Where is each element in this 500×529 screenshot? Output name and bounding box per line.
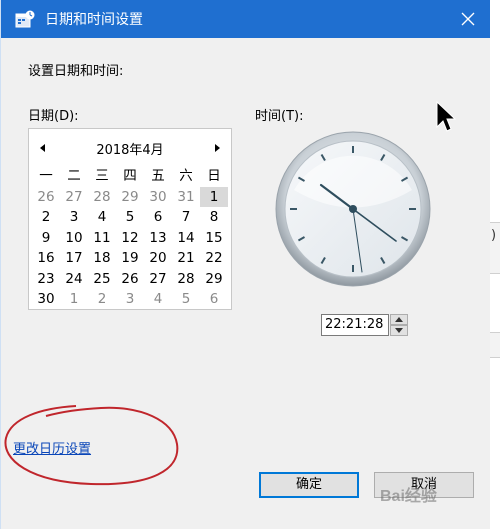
calendar-week-row: 16 17 18 19 20 21 22 [32, 248, 228, 269]
calendar-day[interactable]: 4 [88, 207, 116, 228]
calendar-day[interactable]: 2 [32, 207, 60, 228]
weekday-label: 六 [179, 168, 193, 184]
weekday-label: 日 [207, 168, 221, 184]
calendar-day[interactable]: 14 [172, 228, 200, 249]
calendar-day[interactable]: 16 [32, 248, 60, 269]
calendar-week-row: 26 27 28 29 30 31 1 [32, 186, 228, 208]
time-spinner[interactable] [390, 314, 408, 336]
dialog-heading: 设置日期和时间: [28, 64, 124, 79]
time-down-button[interactable] [390, 325, 408, 336]
time-up-button[interactable] [390, 314, 408, 325]
next-month-icon[interactable] [211, 141, 223, 155]
calendar-day[interactable]: 30 [144, 187, 172, 208]
calendar-day[interactable]: 18 [88, 248, 116, 269]
calendar[interactable]: 2018年4月 一 二 三 四 五 六 日 26 27 28 29 30 31 … [28, 128, 232, 310]
calendar-day[interactable]: 8 [200, 207, 228, 228]
mouse-pointer-icon [436, 101, 456, 132]
calendar-day[interactable]: 28 [88, 187, 116, 208]
calendar-week-row: 23 24 25 26 27 28 29 [32, 269, 228, 290]
calendar-day[interactable]: 24 [60, 269, 88, 290]
calendar-day[interactable]: 26 [116, 269, 144, 290]
weekday-label: 一 [39, 168, 53, 184]
time-label: 时间(T): [255, 109, 304, 124]
calendar-day[interactable]: 22 [200, 248, 228, 269]
calendar-day[interactable]: 5 [116, 207, 144, 228]
calendar-day[interactable]: 11 [88, 228, 116, 249]
calendar-header: 2018年4月 [29, 137, 231, 159]
calendar-day[interactable]: 12 [116, 228, 144, 249]
calendar-day[interactable]: 15 [200, 228, 228, 249]
calendar-day[interactable]: 21 [172, 248, 200, 269]
calendar-day[interactable]: 29 [200, 269, 228, 290]
calendar-day[interactable]: 4 [144, 289, 172, 310]
background-window-text: ) [491, 228, 497, 243]
date-label: 日期(D): [28, 109, 79, 124]
weekday-label: 二 [67, 168, 81, 184]
change-calendar-settings-link[interactable]: 更改日历设置 [13, 438, 91, 457]
calendar-day[interactable]: 2 [88, 289, 116, 310]
weekday-label: 三 [95, 168, 109, 184]
calendar-day[interactable]: 5 [172, 289, 200, 310]
calendar-month-title[interactable]: 2018年4月 [29, 139, 231, 158]
calendar-day[interactable]: 25 [88, 269, 116, 290]
watermark: Bai经验 [380, 488, 437, 505]
close-button[interactable] [445, 0, 491, 38]
calendar-day[interactable]: 26 [32, 187, 60, 208]
calendar-day[interactable]: 6 [144, 207, 172, 228]
calendar-day[interactable]: 27 [60, 187, 88, 208]
calendar-day[interactable]: 29 [116, 187, 144, 208]
weekday-header-row: 一 二 三 四 五 六 日 [32, 166, 228, 187]
calendar-day[interactable]: 19 [116, 248, 144, 269]
calendar-day[interactable]: 10 [60, 228, 88, 249]
date-time-settings-dialog: 日期和时间设置 设置日期和时间: 日期(D): 时间(T): 2018年4月 一… [0, 0, 491, 529]
calendar-day[interactable]: 30 [32, 289, 60, 310]
background-window-control [490, 332, 500, 358]
calendar-day[interactable]: 27 [144, 269, 172, 290]
calendar-day[interactable]: 28 [172, 269, 200, 290]
calendar-day[interactable]: 31 [172, 187, 200, 208]
calendar-week-row: 9 10 11 12 13 14 15 [32, 228, 228, 249]
calendar-day[interactable]: 23 [32, 269, 60, 290]
weekday-label: 四 [123, 168, 137, 184]
window-title: 日期和时间设置 [45, 12, 143, 28]
calendar-day[interactable]: 7 [172, 207, 200, 228]
date-time-settings-icon [15, 10, 35, 28]
close-icon [461, 12, 475, 26]
calendar-day-selected[interactable]: 1 [200, 186, 228, 207]
calendar-day[interactable]: 17 [60, 248, 88, 269]
weekday-label: 五 [151, 168, 165, 184]
chevron-up-icon [395, 317, 403, 322]
calendar-grid: 一 二 三 四 五 六 日 26 27 28 29 30 31 1 2 3 4 … [32, 166, 228, 310]
time-input[interactable]: 22:21:28 [321, 314, 389, 336]
calendar-day[interactable]: 3 [116, 289, 144, 310]
calendar-day[interactable]: 13 [144, 228, 172, 249]
analog-clock [275, 131, 431, 287]
calendar-day[interactable]: 20 [144, 248, 172, 269]
calendar-day[interactable]: 3 [60, 207, 88, 228]
calendar-day[interactable]: 6 [200, 289, 228, 310]
ok-button[interactable]: 确定 [259, 472, 359, 498]
calendar-day[interactable]: 1 [60, 289, 88, 310]
calendar-week-row: 30 1 2 3 4 5 6 [32, 289, 228, 310]
chevron-down-icon [395, 328, 403, 333]
calendar-day[interactable]: 9 [32, 228, 60, 249]
title-bar[interactable]: 日期和时间设置 [1, 0, 491, 38]
calendar-week-row: 2 3 4 5 6 7 8 [32, 207, 228, 228]
